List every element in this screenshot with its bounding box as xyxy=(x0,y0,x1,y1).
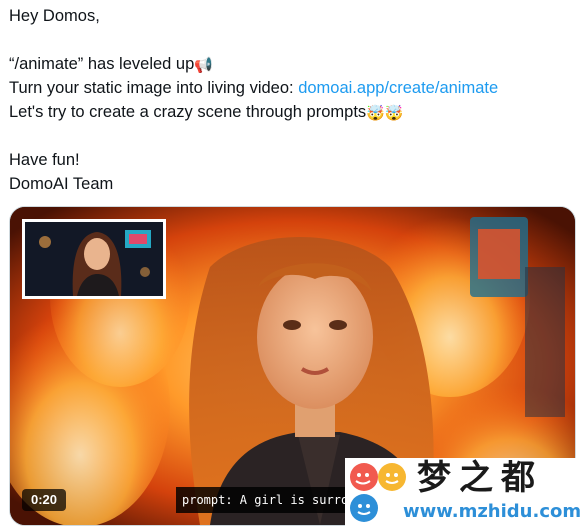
video-duration-badge: 0:20 xyxy=(22,489,67,511)
prompt-text: Let's try to create a crazy scene throug… xyxy=(9,103,367,121)
site-watermark: 梦之都 www.mzhidu.com xyxy=(345,458,585,529)
link-prefix-text: Turn your static image into living video… xyxy=(9,79,299,97)
original-image-thumbnail xyxy=(22,219,166,299)
prompt-line: Let's try to create a crazy scene throug… xyxy=(9,100,579,124)
announcement-text: “/animate” has leveled up xyxy=(9,55,195,73)
tweet-text: Hey Domos, “/animate” has leveled up📢 Tu… xyxy=(9,4,579,196)
animate-link[interactable]: domoai.app/create/animate xyxy=(298,79,498,97)
greeting-line: Hey Domos, xyxy=(9,7,100,25)
link-line: Turn your static image into living video… xyxy=(9,76,579,100)
megaphone-emoji-icon: 📢 xyxy=(194,57,213,74)
chat-bubbles-icon xyxy=(350,463,406,522)
exploding-head-emoji-icon: 🤯🤯 xyxy=(366,105,404,122)
announcement-line: “/animate” has leveled up📢 xyxy=(9,52,579,76)
signature-line: DomoAI Team xyxy=(9,175,114,193)
sign-off-line: Have fun! xyxy=(9,151,80,169)
watermark-site-name: 梦之都 xyxy=(417,458,543,498)
watermark-url: www.mzhidu.com xyxy=(403,501,582,522)
